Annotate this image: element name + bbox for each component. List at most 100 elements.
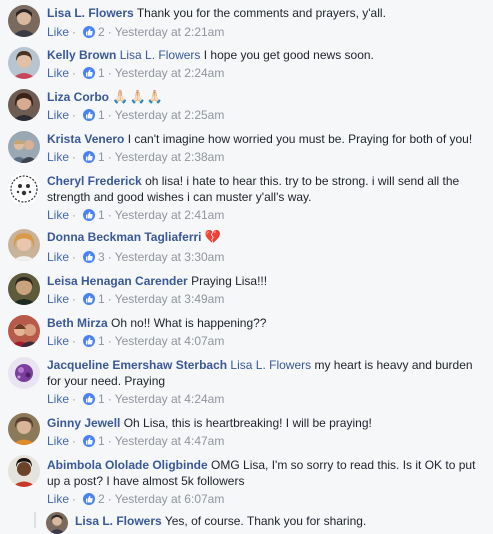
comment-timestamp[interactable]: Yesterday at 4:47am	[115, 434, 225, 448]
comment-body: I can't imagine how worried you must be.…	[127, 132, 473, 146]
comment-text: Beth Mirza Oh no!! What is happening??	[47, 315, 487, 331]
comment-author[interactable]: Cheryl Frederick	[47, 174, 142, 188]
like-reaction-icon[interactable]	[83, 109, 96, 121]
comment-text: Leisa Henagan Carender Praying Lisa!!!	[47, 273, 487, 289]
avatar[interactable]	[8, 89, 40, 121]
comment-author[interactable]: Lisa L. Flowers	[75, 514, 162, 528]
comment-text: Lisa L. Flowers Thank you for the commen…	[47, 5, 487, 21]
comment-timestamp[interactable]: Yesterday at 2:38am	[115, 150, 225, 164]
comment-body: 💔	[204, 229, 222, 244]
reaction-count[interactable]: 2	[98, 492, 105, 506]
comment-body: Yes, of course. Thank you for sharing.	[164, 514, 367, 528]
like-link[interactable]: Like	[47, 25, 69, 39]
avatar[interactable]	[8, 273, 40, 305]
comment-body: Praying Lisa!!!	[191, 274, 268, 288]
comment-author[interactable]: Krista Venero	[47, 132, 124, 146]
like-link[interactable]: Like	[47, 492, 69, 506]
like-link[interactable]: Like	[47, 108, 69, 122]
comment-timestamp[interactable]: Yesterday at 4:07am	[115, 334, 225, 348]
comment-meta: Like · 1 · Yesterday at 2:24am	[47, 66, 225, 80]
comment-timestamp[interactable]: Yesterday at 4:24am	[115, 392, 225, 406]
like-link[interactable]: Like	[47, 392, 69, 406]
like-reaction-icon[interactable]	[83, 26, 96, 38]
comment-author[interactable]: Leisa Henagan Carender	[47, 274, 188, 288]
like-reaction-icon[interactable]	[83, 393, 96, 405]
like-link[interactable]: Like	[47, 292, 69, 306]
comment-author[interactable]: Ginny Jewell	[47, 416, 120, 430]
reaction-count[interactable]: 3	[98, 250, 105, 264]
like-reaction-icon[interactable]	[83, 251, 96, 263]
avatar[interactable]	[8, 229, 40, 261]
comment-timestamp[interactable]: Yesterday at 3:49am	[115, 292, 225, 306]
comment-author[interactable]: Jacqueline Emershaw Sterbach	[47, 358, 227, 372]
reaction-count[interactable]: 2	[98, 25, 105, 39]
avatar[interactable]	[8, 413, 40, 445]
comment-meta: Like · 1 · Yesterday at 4:07am	[47, 334, 225, 348]
comment-body: 🙏🏻🙏🏻🙏🏻	[112, 89, 164, 104]
comment-timestamp[interactable]: Yesterday at 3:30am	[115, 250, 225, 264]
like-reaction-icon[interactable]	[83, 67, 96, 79]
comment-author[interactable]: Donna Beckman Tagliaferri	[47, 230, 202, 244]
like-reaction-icon[interactable]	[83, 293, 96, 305]
like-reaction-icon[interactable]	[83, 209, 96, 221]
avatar[interactable]	[8, 5, 40, 37]
reaction-count[interactable]: 1	[98, 66, 105, 80]
avatar[interactable]	[8, 455, 40, 487]
like-link[interactable]: Like	[47, 208, 69, 222]
comment-body: Thank you for the comments and prayers, …	[136, 6, 386, 20]
comment-text: Ginny Jewell Oh Lisa, this is heartbreak…	[47, 415, 487, 431]
reaction-count[interactable]: 1	[98, 434, 105, 448]
comment-timestamp[interactable]: Yesterday at 2:41am	[115, 208, 225, 222]
like-link[interactable]: Like	[47, 150, 69, 164]
comment-author[interactable]: Lisa L. Flowers	[47, 6, 134, 20]
reaction-count[interactable]: 1	[98, 392, 105, 406]
comment-timestamp[interactable]: Yesterday at 2:24am	[115, 66, 225, 80]
like-link[interactable]: Like	[47, 250, 69, 264]
avatar[interactable]	[8, 315, 40, 347]
avatar[interactable]	[46, 512, 68, 534]
like-link[interactable]: Like	[47, 434, 69, 448]
comment-author[interactable]: Liza Corbo	[47, 90, 109, 104]
avatar[interactable]	[8, 47, 40, 79]
comment-meta: Like · 3 · Yesterday at 3:30am	[47, 250, 225, 264]
like-reaction-icon[interactable]	[83, 493, 96, 505]
comment-meta: Like · 1 · Yesterday at 4:24am	[47, 392, 225, 406]
comment-mention[interactable]: Lisa L. Flowers	[230, 358, 311, 372]
comment-mention[interactable]: Lisa L. Flowers	[120, 48, 201, 62]
comment-text: Abimbola Ololade Oligbinde OMG Lisa, I'm…	[47, 457, 487, 489]
like-link[interactable]: Like	[47, 66, 69, 80]
comment-text: Donna Beckman Tagliaferri 💔	[47, 229, 487, 245]
reaction-count[interactable]: 1	[98, 208, 105, 222]
comment-body: I hope you get good news soon.	[203, 48, 374, 62]
comment-meta: Like · 2 · Yesterday at 6:07am	[47, 492, 225, 506]
comment-timestamp[interactable]: Yesterday at 2:25am	[115, 108, 225, 122]
avatar[interactable]	[8, 357, 40, 389]
comment-text: Kelly Brown Lisa L. Flowers I hope you g…	[47, 47, 487, 63]
comment-text: Krista Venero I can't imagine how worrie…	[47, 131, 487, 147]
like-reaction-icon[interactable]	[83, 435, 96, 447]
reaction-count[interactable]: 1	[98, 108, 105, 122]
comment-meta: Like · 1 · Yesterday at 2:38am	[47, 150, 225, 164]
comment-text: Liza Corbo 🙏🏻🙏🏻🙏🏻	[47, 89, 487, 105]
comment-author[interactable]: Beth Mirza	[47, 316, 108, 330]
like-reaction-icon[interactable]	[83, 151, 96, 163]
reaction-count[interactable]: 1	[98, 150, 105, 164]
comment-meta: Like · 2 · Yesterday at 2:21am	[47, 25, 225, 39]
comment-author[interactable]: Abimbola Ololade Oligbinde	[47, 458, 208, 472]
comment-text: Cheryl Frederick oh lisa! i hate to hear…	[47, 173, 487, 205]
comment-body: Oh Lisa, this is heartbreaking! I will b…	[123, 416, 372, 430]
comment-timestamp[interactable]: Yesterday at 6:07am	[115, 492, 225, 506]
comment-meta: Like · 1 · Yesterday at 4:47am	[47, 434, 225, 448]
avatar[interactable]	[8, 131, 40, 163]
avatar[interactable]	[8, 173, 40, 205]
like-link[interactable]: Like	[47, 334, 69, 348]
comment-body: Oh no!! What is happening??	[111, 316, 267, 330]
reaction-count[interactable]: 1	[98, 334, 105, 348]
comment-author[interactable]: Kelly Brown	[47, 48, 116, 62]
reaction-count[interactable]: 1	[98, 292, 105, 306]
comment-meta: Like · 1 · Yesterday at 2:25am	[47, 108, 225, 122]
comment-timestamp[interactable]: Yesterday at 2:21am	[115, 25, 225, 39]
comment-text: Jacqueline Emershaw Sterbach Lisa L. Flo…	[47, 357, 487, 389]
like-reaction-icon[interactable]	[83, 335, 96, 347]
reply-thread-line	[34, 512, 36, 528]
